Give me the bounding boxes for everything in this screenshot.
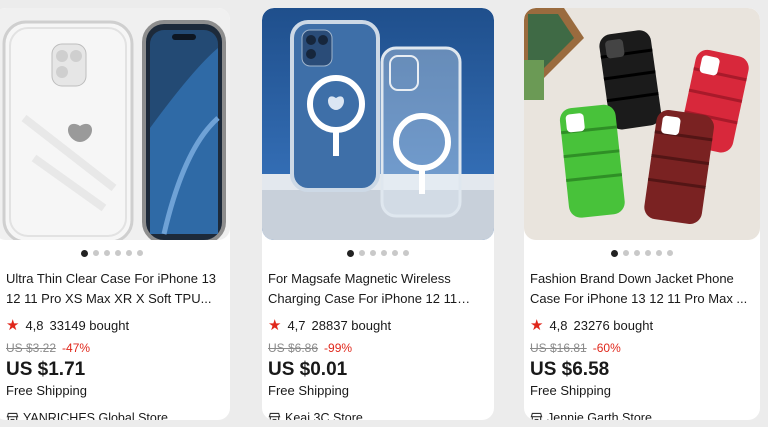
star-icon: ★ [530, 316, 544, 334]
rating-value: 4,7 [287, 317, 306, 333]
carousel-dot[interactable] [381, 250, 387, 256]
carousel-dot[interactable] [359, 250, 365, 256]
sold-count: 23276 bought [573, 317, 654, 333]
rating-row: ★ 4,8 33149 bought [6, 315, 220, 335]
original-price: US $6.86 [268, 341, 319, 355]
original-price: US $3.22 [6, 341, 57, 355]
image-carousel-dots[interactable] [524, 249, 760, 257]
discount-badge: -47% [62, 341, 91, 355]
carousel-dot[interactable] [370, 250, 376, 256]
carousel-dot[interactable] [392, 250, 398, 256]
rating-value: 4,8 [25, 317, 44, 333]
carousel-dot[interactable] [137, 250, 143, 256]
sale-price: US $6.58 [530, 359, 610, 380]
product-title[interactable]: For Magsafe Magnetic Wireless Charging C… [268, 269, 484, 309]
product-card[interactable]: Ultra Thin Clear Case For iPhone 13 12 1… [0, 8, 230, 420]
store-name[interactable]: YANRICHES Global Store [23, 411, 168, 420]
sold-count: 28837 bought [311, 317, 392, 333]
product-title[interactable]: Fashion Brand Down Jacket Phone Case For… [530, 269, 750, 309]
store-name[interactable]: Keai 3C Store [285, 411, 363, 420]
store-icon [530, 412, 543, 420]
carousel-dot[interactable] [81, 249, 88, 257]
store-name[interactable]: Jennie Garth Store [547, 411, 652, 420]
discount-badge: -99% [324, 341, 353, 355]
carousel-dot[interactable] [115, 250, 121, 256]
product-image-clear-case[interactable] [0, 8, 230, 240]
store-icon [268, 412, 281, 420]
image-carousel-dots[interactable] [0, 249, 230, 257]
magsafe-case-image [262, 8, 494, 240]
store-icon [6, 412, 19, 420]
carousel-dot[interactable] [667, 250, 673, 256]
image-carousel-dots[interactable] [262, 249, 494, 257]
carousel-dot[interactable] [93, 250, 99, 256]
original-price: US $16.81 [530, 341, 587, 355]
original-price-row: US $3.22 -47% [6, 341, 220, 358]
product-card[interactable]: Fashion Brand Down Jacket Phone Case For… [524, 8, 760, 420]
shipping-label: Free Shipping [530, 383, 611, 398]
sale-price: US $0.01 [268, 359, 348, 380]
carousel-dot[interactable] [347, 249, 354, 257]
product-image-magsafe-case[interactable] [262, 8, 494, 240]
rating-value: 4,8 [549, 317, 568, 333]
sale-price: US $1.71 [6, 359, 86, 380]
carousel-dot[interactable] [634, 250, 640, 256]
puffer-case-image [524, 8, 760, 240]
sold-count: 33149 bought [49, 317, 130, 333]
carousel-dot[interactable] [645, 250, 651, 256]
clear-phone-case-image [0, 8, 230, 240]
carousel-dot[interactable] [126, 250, 132, 256]
shipping-label: Free Shipping [268, 383, 349, 398]
store-link[interactable]: YANRICHES Global Store [6, 409, 220, 420]
star-icon: ★ [6, 316, 20, 334]
rating-row: ★ 4,8 23276 bought [530, 315, 750, 335]
original-price-row: US $6.86 -99% [268, 341, 484, 358]
discount-badge: -60% [592, 341, 621, 355]
product-title[interactable]: Ultra Thin Clear Case For iPhone 13 12 1… [6, 269, 220, 309]
rating-row: ★ 4,7 28837 bought [268, 315, 484, 335]
original-price-row: US $16.81 -60% [530, 341, 750, 358]
product-card[interactable]: For Magsafe Magnetic Wireless Charging C… [262, 8, 494, 420]
star-icon: ★ [268, 316, 282, 334]
carousel-dot[interactable] [623, 250, 629, 256]
store-link[interactable]: Keai 3C Store [268, 409, 484, 420]
carousel-dot[interactable] [611, 249, 618, 257]
store-link[interactable]: Jennie Garth Store [530, 409, 750, 420]
shipping-label: Free Shipping [6, 383, 87, 398]
product-image-puffer-case[interactable] [524, 8, 760, 240]
carousel-dot[interactable] [403, 250, 409, 256]
carousel-dot[interactable] [104, 250, 110, 256]
carousel-dot[interactable] [656, 250, 662, 256]
